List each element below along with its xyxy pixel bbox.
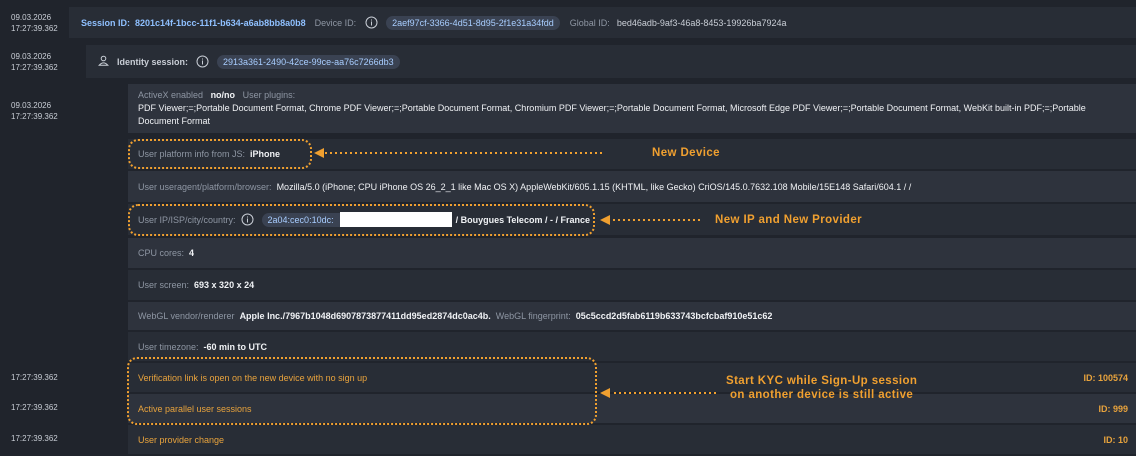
- annotation-arrows: [314, 148, 716, 398]
- new-ip-annotation: New IP and New Provider: [715, 214, 863, 226]
- new-device-annotation: New Device: [652, 147, 720, 159]
- kyc-annotation-line2: on another device is still active: [730, 389, 914, 401]
- kyc-annotation-line1: Start KYC while Sign-Up session: [726, 375, 918, 387]
